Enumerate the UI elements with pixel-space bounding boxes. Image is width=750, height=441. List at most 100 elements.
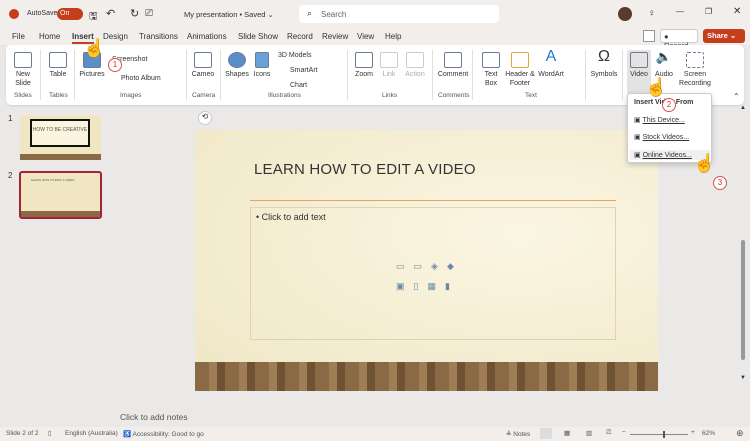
header-footer-button[interactable]: Header & Footer bbox=[504, 52, 536, 88]
group-label-illustrations: Illustrations bbox=[268, 92, 301, 99]
zoom-level[interactable]: 62% bbox=[702, 430, 715, 437]
action-button[interactable]: Action bbox=[402, 52, 428, 79]
redo-icon[interactable]: ↻ bbox=[130, 7, 139, 20]
collapse-ribbon-icon[interactable]: ⌃ bbox=[733, 92, 740, 101]
normal-view-icon[interactable] bbox=[540, 428, 552, 439]
present-icon[interactable]: ⎚ bbox=[145, 8, 153, 19]
autosave-toggle[interactable]: On bbox=[57, 8, 83, 20]
insert-table-icon[interactable]: ▭ bbox=[396, 261, 414, 271]
shapes-label: Shapes bbox=[225, 71, 249, 78]
avatar[interactable] bbox=[618, 7, 632, 21]
title-underline bbox=[250, 200, 616, 201]
fit-to-window-icon[interactable]: ⊕ bbox=[736, 428, 744, 439]
symbols-label: Symbols bbox=[590, 71, 618, 78]
new-slide-icon bbox=[14, 52, 32, 68]
tab-record[interactable]: Record bbox=[287, 32, 313, 41]
shapes-button[interactable]: Shapes bbox=[223, 52, 251, 79]
insert-picture-icon[interactable]: ▣ bbox=[396, 281, 414, 291]
tab-transitions[interactable]: Transitions bbox=[139, 32, 178, 41]
action-label: Action bbox=[405, 71, 425, 78]
spellcheck-icon[interactable]: ▯ bbox=[48, 429, 52, 437]
icons-button[interactable]: Icons bbox=[252, 52, 272, 79]
audio-button[interactable]: 🔈 Audio bbox=[653, 50, 675, 79]
insert-table2-icon[interactable]: ▦ bbox=[427, 281, 445, 291]
photo-album-button[interactable]: Photo Album bbox=[121, 75, 161, 82]
tab-home[interactable]: Home bbox=[39, 32, 60, 41]
zoom-button[interactable]: Zoom bbox=[352, 52, 376, 79]
insert-3d-icon[interactable]: ◆ bbox=[447, 261, 463, 271]
tab-slide-show[interactable]: Slide Show bbox=[238, 32, 278, 41]
accessibility-status[interactable]: ♿ Accessibility: Good to go bbox=[123, 430, 204, 438]
scroll-down-icon[interactable]: ▼ bbox=[740, 375, 746, 381]
minimize-icon[interactable]: — bbox=[676, 7, 684, 16]
share-button[interactable]: Share ⌄ bbox=[703, 29, 745, 43]
tab-design[interactable]: Design bbox=[103, 32, 128, 41]
designer-icon[interactable]: ⟲ bbox=[198, 111, 212, 125]
content-placeholder[interactable]: • Click to add text ▭▭◈◆ ▣▯▦▮ bbox=[250, 207, 616, 340]
video-icon bbox=[630, 52, 648, 68]
insert-smartart-icon[interactable]: ◈ bbox=[431, 261, 447, 271]
reading-view-icon[interactable]: ▥ bbox=[586, 429, 592, 437]
lightbulb-icon[interactable]: ♀ bbox=[648, 8, 656, 19]
zoom-slider-thumb[interactable] bbox=[663, 431, 665, 438]
slide-counter: Slide 2 of 2 bbox=[6, 430, 39, 437]
tab-animations[interactable]: Animations bbox=[187, 32, 227, 41]
thumbnail-slide-2[interactable]: LEARN HOW TO EDIT A VIDEO bbox=[19, 171, 102, 219]
pointer-hand-icon: ☝ bbox=[83, 38, 106, 58]
restore-icon[interactable]: ❐ bbox=[705, 7, 712, 16]
slide-canvas[interactable]: LEARN HOW TO EDIT A VIDEO • Click to add… bbox=[195, 130, 658, 391]
slideshow-icon[interactable]: ⎚ bbox=[606, 429, 611, 437]
text-box-button[interactable]: Text Box bbox=[480, 52, 502, 88]
search-icon: ⌕ bbox=[307, 8, 313, 18]
document-title[interactable]: My presentation • Saved ⌄ bbox=[184, 10, 274, 19]
table-button[interactable]: Table bbox=[44, 52, 72, 79]
menu-item-stock-videos[interactable]: ▣ Stock Videos... bbox=[634, 133, 689, 141]
comment-button[interactable]: Comment bbox=[436, 52, 470, 79]
insert-video-icon[interactable]: ▯ bbox=[414, 281, 428, 291]
screen-recording-button[interactable]: Screen Recording bbox=[678, 52, 712, 88]
tab-help[interactable]: Help bbox=[385, 32, 401, 41]
smartart-button[interactable]: SmartArt bbox=[290, 67, 318, 74]
slide-title[interactable]: LEARN HOW TO EDIT A VIDEO bbox=[254, 161, 476, 178]
thumbnail-floor bbox=[21, 211, 100, 217]
3d-models-button[interactable]: 3D Models bbox=[278, 52, 311, 59]
thumbnail-number: 2 bbox=[8, 171, 13, 180]
zoom-slider[interactable] bbox=[630, 431, 688, 438]
autosave-label: AutoSave bbox=[27, 10, 58, 17]
omega-icon: Ω bbox=[598, 48, 610, 65]
wordart-button[interactable]: A WordArt bbox=[537, 49, 565, 79]
notes-pane[interactable]: Click to add notes bbox=[120, 412, 188, 422]
table-label: Table bbox=[49, 71, 67, 78]
divider bbox=[347, 50, 348, 100]
tab-review[interactable]: Review bbox=[322, 32, 348, 41]
zoom-out-icon[interactable]: − bbox=[622, 429, 626, 436]
thumbnail-slide-1[interactable]: HOW TO BE CREATIVE bbox=[20, 115, 101, 160]
comments-icon[interactable] bbox=[643, 30, 655, 42]
menu-item-this-device[interactable]: ▣ This Device... bbox=[634, 116, 685, 124]
save-icon[interactable]: 🖫 bbox=[89, 9, 98, 26]
insert-bar-chart-icon[interactable]: ▮ bbox=[445, 281, 459, 291]
cameo-button[interactable]: Cameo bbox=[189, 52, 217, 79]
undo-icon[interactable]: ↶ bbox=[106, 7, 115, 20]
notes-label: Notes bbox=[513, 431, 531, 438]
symbols-button[interactable]: Ω Symbols bbox=[588, 48, 620, 79]
insert-chart-icon[interactable]: ▭ bbox=[414, 261, 432, 271]
zoom-in-icon[interactable]: + bbox=[691, 429, 695, 436]
scroll-up-icon[interactable]: ▲ bbox=[740, 105, 746, 111]
language-status[interactable]: English (Australia) bbox=[65, 430, 118, 437]
scroll-thumb[interactable] bbox=[741, 240, 745, 360]
link-button[interactable]: Link bbox=[378, 52, 400, 79]
wordart-label: WordArt bbox=[538, 71, 564, 78]
close-icon[interactable]: ✕ bbox=[733, 6, 741, 17]
vertical-scrollbar[interactable]: ▲ ▼ bbox=[738, 105, 748, 423]
new-slide-button[interactable]: New Slide bbox=[8, 52, 38, 88]
link-icon bbox=[380, 52, 398, 68]
tab-file[interactable]: File bbox=[12, 32, 25, 41]
notes-button[interactable]: ≜ Notes bbox=[506, 430, 530, 438]
slide-sorter-icon[interactable]: ▦ bbox=[564, 429, 570, 437]
record-button[interactable]: ● Record bbox=[660, 29, 698, 50]
tab-view[interactable]: View bbox=[357, 32, 374, 41]
search-box[interactable]: ⌕ Search bbox=[299, 5, 499, 23]
new-slide-label: New Slide bbox=[15, 71, 31, 87]
chart-button[interactable]: Chart bbox=[290, 82, 307, 89]
